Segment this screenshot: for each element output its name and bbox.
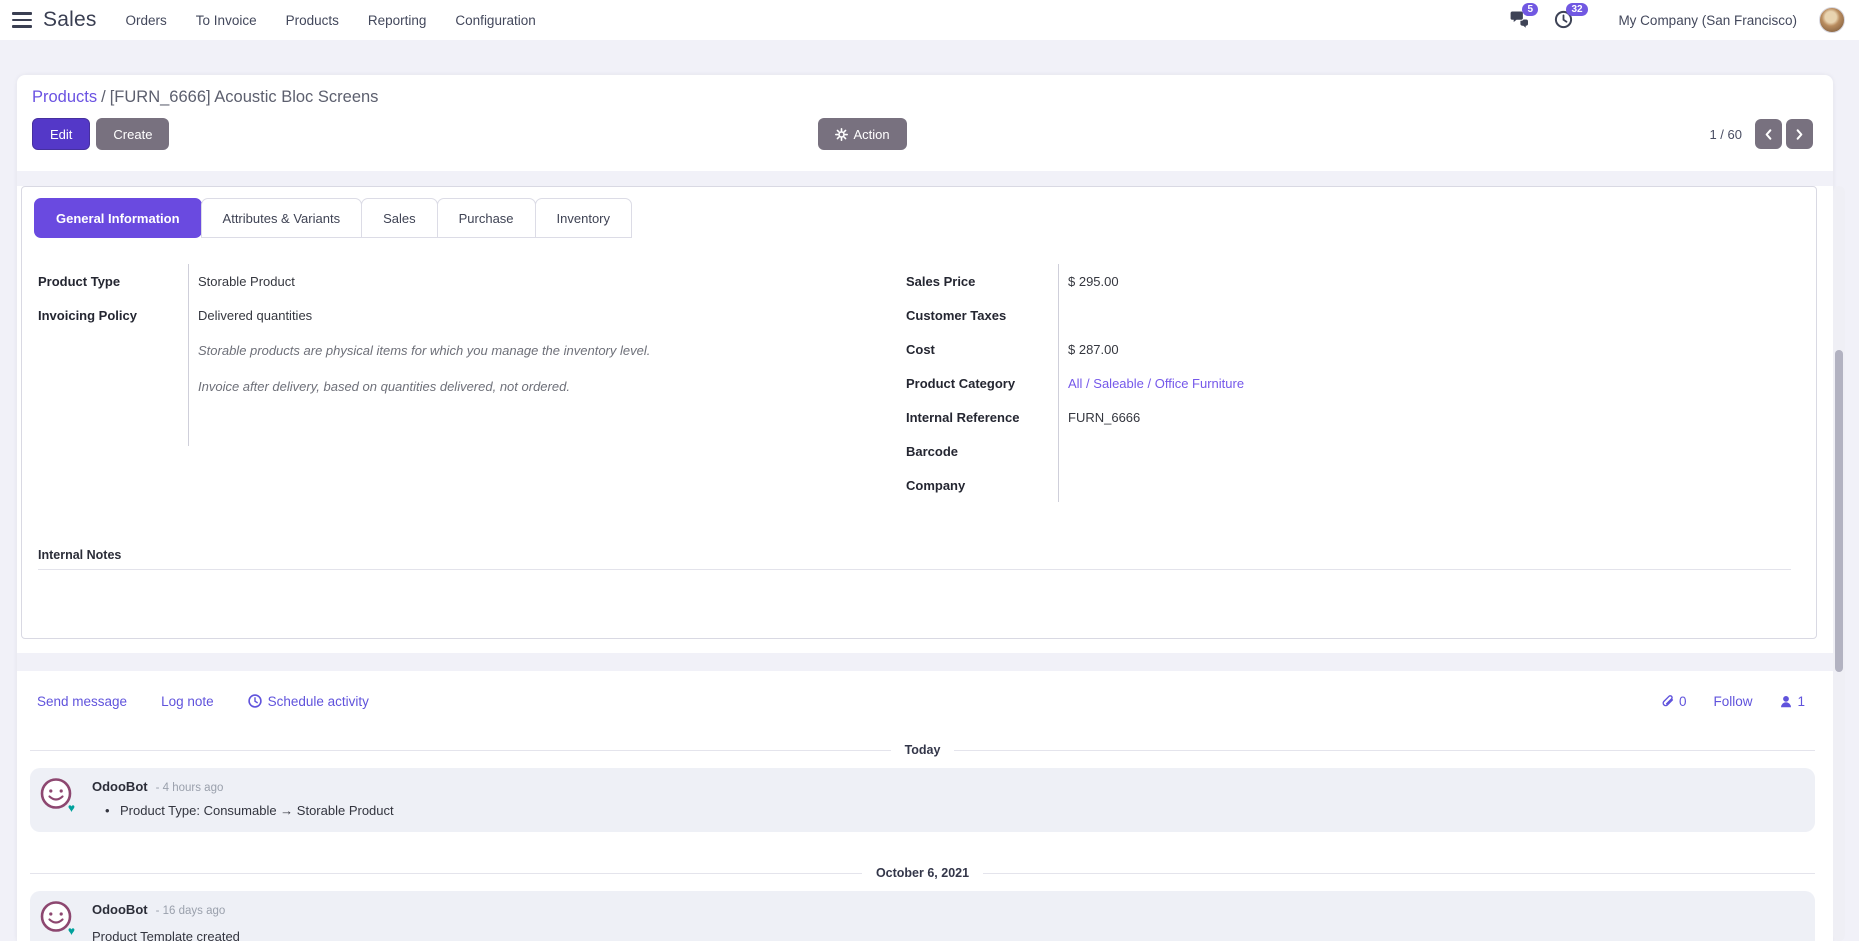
field-value-invoicing-policy: Delivered quantities xyxy=(188,298,906,332)
follower-count: 1 xyxy=(1797,694,1805,709)
odoobot-avatar: ♥ xyxy=(39,777,73,811)
field-value-cost: $ 287.00 xyxy=(1058,332,1776,366)
internal-notes-label: Internal Notes xyxy=(38,548,1791,562)
tab-general-information[interactable]: General Information xyxy=(34,198,202,238)
activities-icon[interactable]: 32 xyxy=(1554,10,1576,30)
page-title: [FURN_6666] Acoustic Bloc Screens xyxy=(110,88,379,106)
field-label-barcode: Barcode xyxy=(906,434,1058,468)
breadcrumb: Products/[FURN_6666] Acoustic Bloc Scree… xyxy=(32,88,1813,107)
pager-next-button[interactable] xyxy=(1786,119,1813,149)
separator-band xyxy=(17,171,1833,186)
field-label-sales-price: Sales Price xyxy=(906,264,1058,298)
message-body: Product Type: Consumable → Storable Prod… xyxy=(92,803,394,818)
apps-menu-icon[interactable] xyxy=(12,12,32,28)
field-label-product-category: Product Category xyxy=(906,366,1058,400)
messages-badge: 5 xyxy=(1522,3,1538,16)
field-value-customer-taxes xyxy=(1058,298,1776,332)
left-field-group: Product Type Storable Product Invoicing … xyxy=(22,264,906,502)
heart-icon: ♥ xyxy=(68,802,75,814)
message-author: OdooBot xyxy=(92,902,148,917)
gear-icon xyxy=(835,128,848,141)
user-avatar[interactable] xyxy=(1819,7,1845,33)
field-value-product-type: Storable Product xyxy=(188,264,906,298)
activities-badge: 32 xyxy=(1566,3,1587,16)
control-panel: Products/[FURN_6666] Acoustic Bloc Scree… xyxy=(17,75,1833,171)
paperclip-icon xyxy=(1660,693,1675,709)
date-divider-october-6-2021: October 6, 2021 xyxy=(30,866,1815,880)
vertical-scrollbar-track[interactable] xyxy=(1833,186,1845,941)
action-button[interactable]: Action xyxy=(818,118,907,150)
clock-icon xyxy=(248,694,262,708)
main-content-card: Products/[FURN_6666] Acoustic Bloc Scree… xyxy=(17,75,1833,941)
chatter: Send message Log note Schedule activity … xyxy=(17,671,1833,941)
field-label-cost: Cost xyxy=(906,332,1058,366)
chevron-left-icon xyxy=(1763,128,1774,141)
product-category-link[interactable]: All / Saleable / Office Furniture xyxy=(1058,366,1776,400)
top-navbar: Sales Orders To Invoice Products Reporti… xyxy=(0,0,1859,40)
field-label-product-type: Product Type xyxy=(38,264,188,298)
send-message-button[interactable]: Send message xyxy=(37,694,127,709)
message-author: OdooBot xyxy=(92,779,148,794)
field-label-invoicing-policy: Invoicing Policy xyxy=(38,298,188,332)
company-switcher[interactable]: My Company (San Francisco) xyxy=(1618,13,1797,28)
field-value-internal-reference: FURN_6666 xyxy=(1058,400,1776,434)
action-label: Action xyxy=(854,127,890,142)
attachments-button[interactable]: 0 xyxy=(1660,693,1687,709)
form-sheet: General Information Attributes & Variant… xyxy=(21,186,1817,639)
notebook-tabs: General Information Attributes & Variant… xyxy=(34,198,1816,238)
tab-purchase[interactable]: Purchase xyxy=(437,198,536,238)
vertical-scrollbar-thumb[interactable] xyxy=(1835,350,1843,672)
message-odoobot-today: ♥ OdooBot - 4 hours ago Product Type: Co… xyxy=(30,768,1815,832)
create-button[interactable]: Create xyxy=(96,118,169,150)
systray: 5 32 My Company (San Francisco) xyxy=(1488,7,1845,33)
odoobot-avatar: ♥ xyxy=(39,900,73,934)
internal-notes-field[interactable] xyxy=(38,569,1791,570)
breadcrumb-separator: / xyxy=(101,88,106,106)
app-menu: Orders To Invoice Products Reporting Con… xyxy=(126,13,536,28)
tab-sales[interactable]: Sales xyxy=(361,198,438,238)
button-row: Edit Create Action xyxy=(32,118,1813,150)
right-field-group: Sales Price $ 295.00 Customer Taxes Cost… xyxy=(906,264,1776,502)
date-divider-today: Today xyxy=(30,743,1815,757)
follow-button[interactable]: Follow xyxy=(1713,694,1752,709)
form-fields: Product Type Storable Product Invoicing … xyxy=(22,264,1816,502)
field-label-company: Company xyxy=(906,468,1058,502)
message-timestamp: - 16 days ago xyxy=(156,905,226,917)
internal-notes-section: Internal Notes xyxy=(38,548,1791,570)
edit-button[interactable]: Edit xyxy=(32,118,90,150)
chatter-toolbar: Send message Log note Schedule activity … xyxy=(17,693,1833,709)
app-name[interactable]: Sales xyxy=(43,8,97,32)
pager-count: 1 / 60 xyxy=(1709,127,1742,142)
menu-products[interactable]: Products xyxy=(286,13,339,28)
messages-icon[interactable]: 5 xyxy=(1510,10,1532,30)
menu-orders[interactable]: Orders xyxy=(126,13,167,28)
schedule-activity-button[interactable]: Schedule activity xyxy=(248,694,369,709)
message-odoobot-october: ♥ OdooBot - 16 days ago Product Template… xyxy=(30,891,1815,941)
tab-inventory[interactable]: Inventory xyxy=(535,198,632,238)
pager-previous-button[interactable] xyxy=(1755,119,1782,149)
help-text-invoice: Invoice after delivery, based on quantit… xyxy=(188,368,906,404)
menu-reporting[interactable]: Reporting xyxy=(368,13,427,28)
field-label-internal-reference: Internal Reference xyxy=(906,400,1058,434)
attachment-count: 0 xyxy=(1679,694,1687,709)
menu-configuration[interactable]: Configuration xyxy=(455,13,535,28)
help-text-storable: Storable products are physical items for… xyxy=(188,332,906,368)
separator-band xyxy=(17,653,1833,671)
menu-to-invoice[interactable]: To Invoice xyxy=(196,13,257,28)
field-value-barcode xyxy=(1058,434,1776,468)
person-icon xyxy=(1779,694,1793,709)
field-label-customer-taxes: Customer Taxes xyxy=(906,298,1058,332)
followers-button[interactable]: 1 xyxy=(1779,694,1805,709)
pager: 1 / 60 xyxy=(1709,119,1813,149)
field-value-company xyxy=(1058,468,1776,502)
chevron-right-icon xyxy=(1794,128,1805,141)
message-timestamp: - 4 hours ago xyxy=(156,782,224,794)
message-body: Product Template created xyxy=(92,929,240,941)
log-note-button[interactable]: Log note xyxy=(161,694,214,709)
tab-attributes-variants[interactable]: Attributes & Variants xyxy=(201,198,363,238)
breadcrumb-products-link[interactable]: Products xyxy=(32,88,97,106)
heart-icon: ♥ xyxy=(68,925,75,937)
field-value-sales-price: $ 295.00 xyxy=(1058,264,1776,298)
